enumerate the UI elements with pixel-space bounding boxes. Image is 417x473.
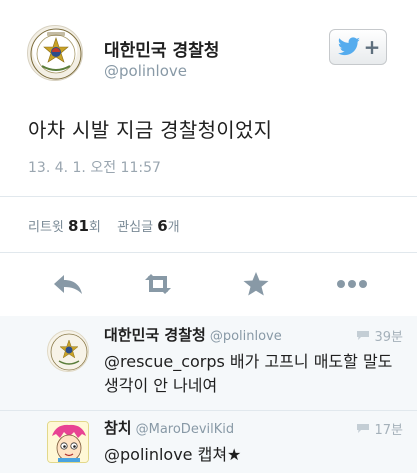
reply-display-name: 참치 [104,419,132,437]
divider [0,196,417,197]
divider [0,252,417,253]
reply-button[interactable] [50,270,86,298]
retweet-button[interactable] [140,270,176,298]
account-display-name[interactable]: 대한민국 경찰청 [104,36,219,61]
tweet-timestamp[interactable]: 13. 4. 1. 오전 11:57 [28,157,161,177]
follow-button[interactable]: + [329,29,387,65]
police-emblem-icon [50,333,88,371]
chat-bubble-icon [357,331,370,340]
twitter-bird-icon [337,37,360,56]
police-emblem-avatar[interactable] [27,25,83,81]
reply-icon [54,275,82,294]
reply-avatar[interactable] [47,330,89,372]
reply-author[interactable]: 참치 @MaroDevilKid [104,417,234,438]
more-button[interactable] [334,270,370,298]
favorite-button[interactable] [238,270,274,298]
cartoon-character-icon [48,422,88,462]
reply-display-name: 대한민국 경찰청 [104,326,206,344]
tweet-action-bar [0,262,417,310]
favorites-unit: 개 [167,220,180,235]
star-icon [243,272,269,296]
reply-avatar[interactable] [47,421,89,463]
retweets-unit: 회 [88,220,101,235]
police-emblem-icon [30,28,82,80]
reply-item[interactable]: 대한민국 경찰청 @polinlove 39분 @rescue_corps 배가 … [0,316,417,410]
reply-author[interactable]: 대한민국 경찰청 @polinlove [104,324,282,345]
tweet-text: 아차 시발 지금 경찰청이었지 [28,118,273,142]
reply-text: @polinlove 캡쳐★ [104,445,242,464]
reply-text: @rescue_corps 배가 고프니 매도할 말도 생각이 안 나네여 [104,352,393,395]
account-handle[interactable]: @polinlove [104,62,187,80]
tweet-stats: 리트윗 81회 관심글 6개 [28,216,180,235]
tweet-header: 대한민국 경찰청 @polinlove + [0,0,417,96]
reply-time: 39분 [356,326,403,345]
replies-list: 대한민국 경찰청 @polinlove 39분 @rescue_corps 배가 … [0,316,417,473]
follow-plus-label: + [363,35,381,59]
favorites-label: 관심글 [117,220,154,235]
favorites-count[interactable]: 6 [157,217,167,235]
retweets-count[interactable]: 81 [68,217,89,235]
retweet-icon [145,274,171,294]
reply-handle: @MaroDevilKid [135,422,235,437]
more-icon [337,280,367,288]
retweets-label: 리트윗 [28,220,64,235]
reply-item[interactable]: 참치 @MaroDevilKid 17분 @polinlove 캡쳐★ [0,411,417,473]
chat-bubble-icon [357,424,370,433]
reply-time: 17분 [356,419,403,438]
reply-handle: @polinlove [209,329,282,344]
